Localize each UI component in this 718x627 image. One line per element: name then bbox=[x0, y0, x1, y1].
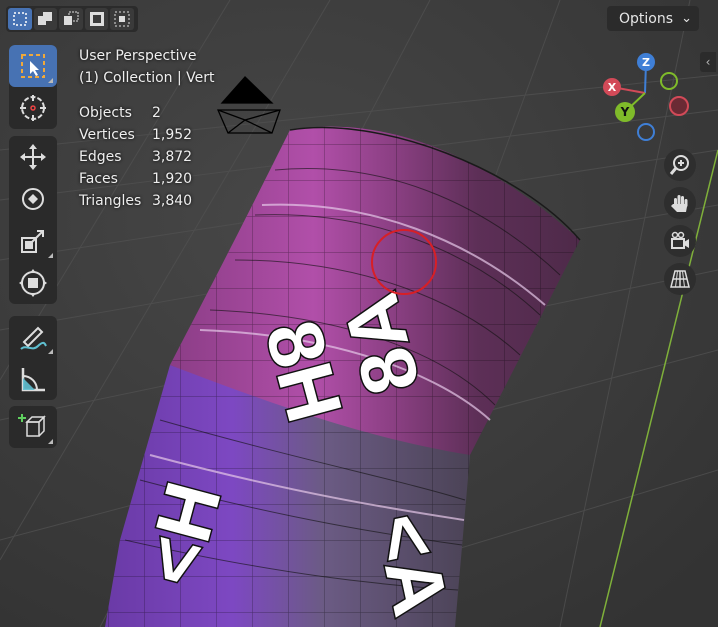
stat-value: 3,840 bbox=[152, 193, 193, 209]
rotate-icon[interactable] bbox=[9, 178, 57, 220]
statistics-overlay: Objects 2 Vertices 1,952 Edges 3,872 Faces 1… bbox=[79, 102, 192, 212]
stat-value: 1,952 bbox=[152, 127, 193, 143]
viewport-info: User Perspective (1) Collection | Vert bbox=[79, 45, 215, 89]
select-box-icon[interactable] bbox=[9, 45, 57, 87]
navigation-gizmo[interactable]: Z X Y bbox=[598, 50, 698, 154]
collection-mode-label: (1) Collection | Vert bbox=[79, 70, 215, 86]
toolbar-group-add bbox=[9, 406, 57, 448]
x-negative-axis-icon[interactable] bbox=[669, 96, 689, 116]
stat-value: 3,872 bbox=[152, 149, 193, 165]
stat-row: Faces 1,920 bbox=[79, 168, 192, 190]
z-negative-axis-icon[interactable] bbox=[637, 123, 655, 141]
stat-label: Objects bbox=[79, 105, 132, 121]
annotate-icon[interactable] bbox=[9, 316, 57, 358]
zoom-icon[interactable] bbox=[664, 149, 696, 181]
scale-icon[interactable] bbox=[9, 220, 57, 262]
select-extend-icon[interactable] bbox=[33, 8, 58, 30]
transform-icon[interactable] bbox=[9, 262, 57, 304]
move-icon[interactable] bbox=[9, 136, 57, 178]
select-mode-bar bbox=[6, 6, 138, 32]
measure-icon[interactable] bbox=[9, 358, 57, 400]
chevron-down-icon: ⌄ bbox=[681, 11, 692, 26]
cursor-icon[interactable] bbox=[9, 87, 57, 129]
stat-value: 2 bbox=[152, 105, 161, 121]
stat-label: Edges bbox=[79, 149, 122, 165]
pan-hand-icon[interactable] bbox=[664, 187, 696, 219]
y-negative-axis-icon[interactable] bbox=[660, 72, 678, 90]
view-name: User Perspective bbox=[79, 48, 197, 64]
stat-row: Vertices 1,952 bbox=[79, 124, 192, 146]
toolbar-group-transform bbox=[9, 136, 57, 304]
stat-row: Objects 2 bbox=[79, 102, 192, 124]
perspective-grid-icon[interactable] bbox=[664, 263, 696, 295]
add-cube-icon[interactable] bbox=[9, 406, 57, 448]
stat-label: Vertices bbox=[79, 127, 135, 143]
z-axis-label: Z bbox=[642, 56, 650, 69]
x-axis-label: X bbox=[608, 81, 617, 94]
stat-value: 1,920 bbox=[152, 171, 193, 187]
options-dropdown[interactable]: Options ⌄ bbox=[607, 6, 699, 31]
stat-row: Edges 3,872 bbox=[79, 146, 192, 168]
stat-label: Faces bbox=[79, 171, 118, 187]
stat-row: Triangles 3,840 bbox=[79, 190, 192, 212]
select-invert-icon[interactable] bbox=[84, 8, 109, 30]
select-intersect-icon[interactable] bbox=[110, 8, 134, 30]
toolbar-group-annotate bbox=[9, 316, 57, 400]
options-label: Options bbox=[619, 10, 674, 27]
camera-view-icon[interactable] bbox=[664, 225, 696, 257]
stat-label: Triangles bbox=[79, 193, 142, 209]
toolbar-group-select bbox=[9, 45, 57, 129]
sidebar-toggle-icon[interactable]: ‹ bbox=[700, 52, 716, 72]
select-new-icon[interactable] bbox=[8, 8, 32, 30]
select-subtract-icon[interactable] bbox=[59, 8, 83, 30]
y-axis-label: Y bbox=[620, 105, 630, 119]
